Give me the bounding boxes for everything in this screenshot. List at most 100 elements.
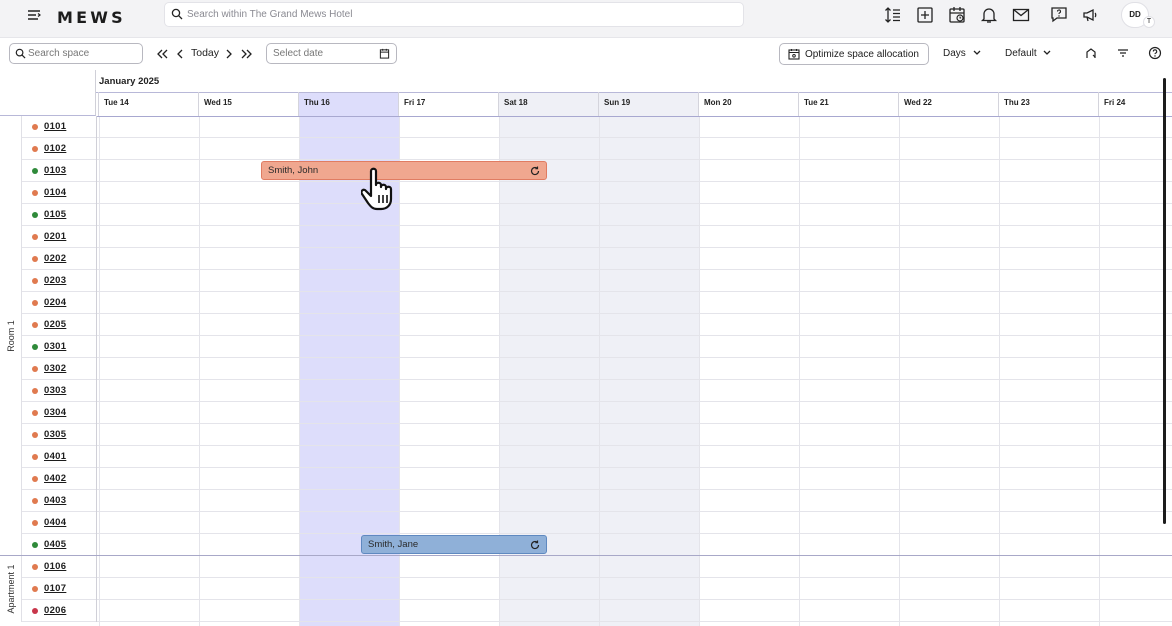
day-header[interactable]: Tue 14 (98, 92, 198, 116)
room-row[interactable]: 0305 (22, 424, 1172, 446)
room-number-link[interactable]: 0305 (44, 429, 66, 440)
bell-icon[interactable] (979, 5, 999, 25)
room-number-link[interactable]: 0107 (44, 583, 66, 594)
room-row[interactable]: 0104 (22, 182, 1172, 204)
room-number-link[interactable]: 0102 (44, 143, 66, 154)
room-row[interactable]: 0401 (22, 446, 1172, 468)
jump-back-icon[interactable] (155, 46, 169, 62)
jump-forward-icon[interactable] (240, 46, 254, 62)
day-header[interactable]: Thu 23 (998, 92, 1098, 116)
room-row[interactable]: 0103 (22, 160, 1172, 182)
room-row[interactable]: 0107 (22, 578, 1172, 600)
day-header[interactable]: Fri 24 (1098, 92, 1172, 116)
add-icon[interactable] (915, 5, 935, 25)
previous-icon[interactable] (175, 46, 185, 62)
optimize-space-allocation-button[interactable]: Optimize space allocation (779, 43, 929, 65)
room-number-link[interactable]: 0303 (44, 385, 66, 396)
room-row[interactable]: 0403 (22, 490, 1172, 512)
room-number-link[interactable]: 0402 (44, 473, 66, 484)
room-number-link[interactable]: 0101 (44, 121, 66, 132)
room-row[interactable]: 0203 (22, 270, 1172, 292)
room-number-link[interactable]: 0301 (44, 341, 66, 352)
room-row[interactable]: 0301 (22, 336, 1172, 358)
date-picker[interactable]: Select date (266, 43, 397, 64)
room-row[interactable]: 0105 (22, 204, 1172, 226)
view-mode-label: Days (943, 48, 966, 59)
room-number-link[interactable]: 0401 (44, 451, 66, 462)
top-bar: MEWS DD T (0, 0, 1172, 38)
help-icon[interactable] (1148, 46, 1162, 60)
user-avatar-badge: T (1143, 16, 1155, 28)
room-number-link[interactable]: 0403 (44, 495, 66, 506)
room-row[interactable]: 0101 (22, 116, 1172, 138)
room-row[interactable]: 0302 (22, 358, 1172, 380)
global-search-box[interactable] (164, 2, 744, 27)
day-header[interactable]: Thu 16 (298, 92, 398, 116)
vertical-scrollbar[interactable] (1163, 78, 1166, 524)
date-picker-placeholder: Select date (273, 48, 324, 59)
room-number-link[interactable]: 0203 (44, 275, 66, 286)
room-number-link[interactable]: 0404 (44, 517, 66, 528)
day-header[interactable]: Tue 21 (798, 92, 898, 116)
room-row[interactable]: 0404 (22, 512, 1172, 534)
reservation-bar[interactable]: Smith, John (261, 161, 547, 180)
sort-height-icon[interactable] (883, 5, 903, 25)
megaphone-icon[interactable] (1081, 5, 1101, 25)
room-row[interactable]: 0202 (22, 248, 1172, 270)
room-row[interactable]: 0304 (22, 402, 1172, 424)
room-number-link[interactable]: 0405 (44, 539, 66, 550)
mail-icon[interactable] (1011, 5, 1031, 25)
day-header[interactable]: Mon 20 (698, 92, 798, 116)
calendar-clock-icon[interactable] (947, 5, 967, 25)
room-status-dot (32, 168, 38, 174)
room-row[interactable]: 0206 (22, 600, 1172, 622)
room-number-link[interactable]: 0106 (44, 561, 66, 572)
next-icon[interactable] (224, 46, 234, 62)
room-row[interactable]: 0204 (22, 292, 1172, 314)
room-number-link[interactable]: 0103 (44, 165, 66, 176)
day-header[interactable]: Sun 19 (598, 92, 698, 116)
day-header[interactable]: Fri 17 (398, 92, 498, 116)
space-search-input[interactable] (28, 46, 138, 61)
help-chat-icon[interactable] (1049, 5, 1069, 25)
room-label-divider (96, 270, 97, 292)
room-number-link[interactable]: 0205 (44, 319, 66, 330)
room-row[interactable]: 0102 (22, 138, 1172, 160)
room-status-dot (32, 256, 38, 262)
app-logo[interactable]: MEWS (57, 8, 126, 27)
room-label-divider (96, 336, 97, 358)
room-row[interactable]: 0402 (22, 468, 1172, 490)
room-number-link[interactable]: 0302 (44, 363, 66, 374)
day-header[interactable]: Sat 18 (498, 92, 598, 116)
menu-icon[interactable] (26, 7, 42, 23)
view-mode-dropdown[interactable]: Days (943, 48, 982, 59)
room-number-link[interactable]: 0204 (44, 297, 66, 308)
space-search-box[interactable] (9, 43, 143, 64)
room-number-link[interactable]: 0104 (44, 187, 66, 198)
room-row[interactable]: 0201 (22, 226, 1172, 248)
timeline-toolbar: Today Select date Optimize space allocat… (0, 38, 1172, 70)
room-label-divider (96, 490, 97, 512)
room-row[interactable]: 0303 (22, 380, 1172, 402)
room-number-link[interactable]: 0202 (44, 253, 66, 264)
room-status-dot (32, 190, 38, 196)
room-label-divider (96, 380, 97, 402)
global-search-input[interactable] (187, 6, 727, 23)
room-row[interactable]: 0205 (22, 314, 1172, 336)
room-number-link[interactable]: 0105 (44, 209, 66, 220)
room-label-divider (96, 424, 97, 446)
today-button[interactable]: Today (191, 47, 219, 59)
filter-icon[interactable] (1116, 46, 1130, 60)
day-header[interactable]: Wed 15 (198, 92, 298, 116)
calendar-icon (379, 48, 390, 59)
room-number-link[interactable]: 0201 (44, 231, 66, 242)
day-header[interactable]: Wed 22 (898, 92, 998, 116)
room-row[interactable]: 0405 (22, 534, 1172, 556)
room-number-link[interactable]: 0206 (44, 605, 66, 616)
room-row[interactable]: 0106 (22, 556, 1172, 578)
room-key-icon[interactable] (1084, 46, 1098, 60)
refresh-icon (530, 540, 540, 550)
room-number-link[interactable]: 0304 (44, 407, 66, 418)
reservation-bar[interactable]: Smith, Jane (361, 535, 547, 554)
layout-dropdown[interactable]: Default (1005, 48, 1052, 59)
